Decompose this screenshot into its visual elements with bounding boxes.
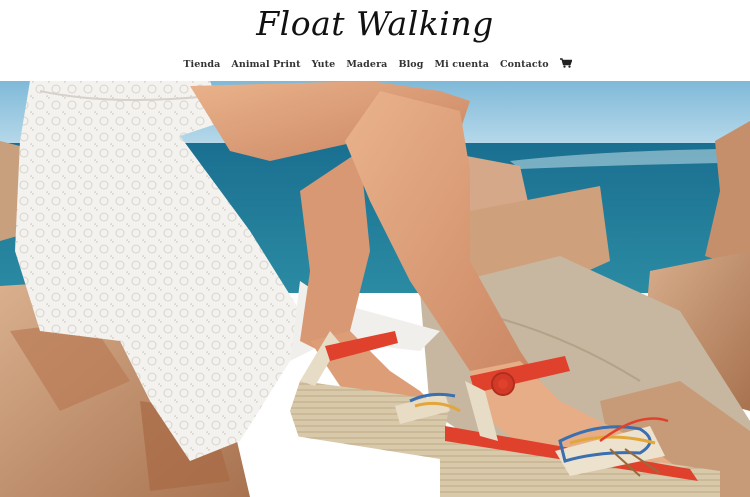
nav-item-madera[interactable]: Madera xyxy=(346,59,387,70)
nav-item-tienda[interactable]: Tienda xyxy=(183,59,220,70)
site-header: Float Walking Tienda Animal Print Yute M… xyxy=(0,0,750,81)
nav-item-animal-print[interactable]: Animal Print xyxy=(231,59,300,70)
site-logo[interactable]: Float Walking xyxy=(0,4,750,43)
hero-image xyxy=(0,81,750,497)
nav-item-blog[interactable]: Blog xyxy=(398,59,423,70)
shopping-cart-icon[interactable] xyxy=(560,58,573,68)
nav-item-yute[interactable]: Yute xyxy=(312,59,336,70)
main-nav: Tienda Animal Print Yute Madera Blog Mi … xyxy=(0,58,750,70)
nav-item-mi-cuenta[interactable]: Mi cuenta xyxy=(434,59,489,70)
nav-item-contacto[interactable]: Contacto xyxy=(500,59,549,70)
